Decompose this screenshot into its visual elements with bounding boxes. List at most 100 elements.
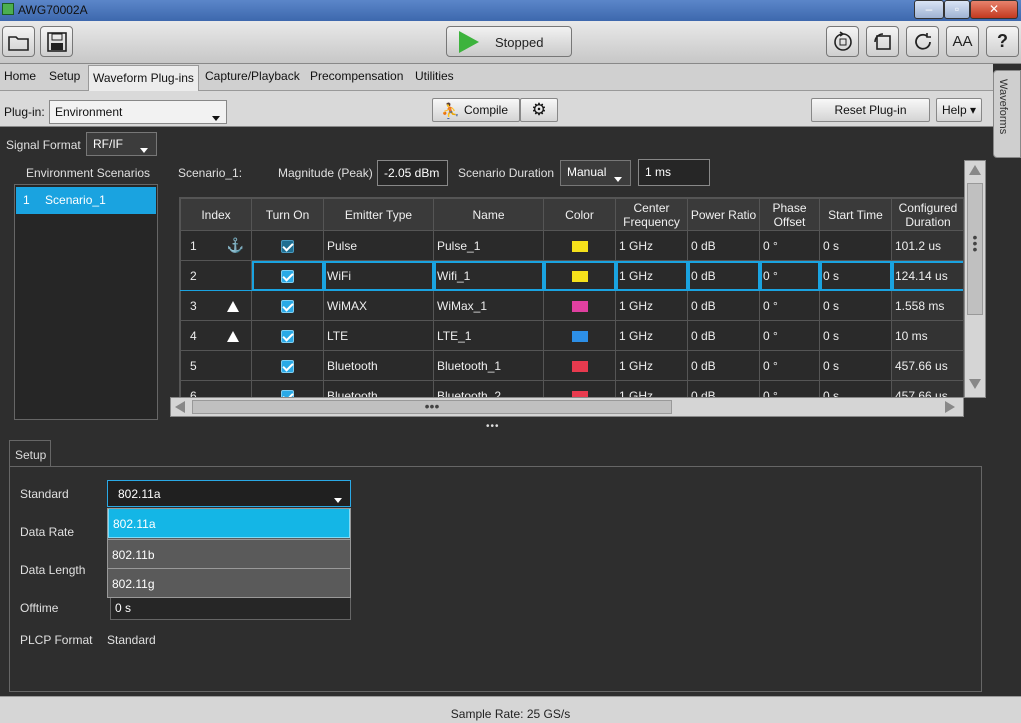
cell-duration[interactable]: 457.66 us	[891, 350, 963, 381]
cell-power[interactable]: 0 dB	[687, 290, 760, 321]
cell-duration[interactable]: 124.14 us	[891, 260, 963, 291]
cell-color[interactable]	[543, 290, 616, 321]
cell-on[interactable]	[251, 380, 324, 397]
magnitude-field[interactable]: -2.05 dBm	[377, 160, 448, 186]
cell-name[interactable]: LTE_1	[433, 320, 544, 351]
maximize-button[interactable]: ▫	[944, 0, 970, 19]
cell-name[interactable]: Bluetooth_2	[433, 380, 544, 397]
tab-utilities[interactable]: Utilities	[415, 69, 454, 83]
table-horizontal-scrollbar[interactable]: •••	[170, 397, 964, 417]
open-folder-button[interactable]	[2, 26, 35, 57]
cell-index[interactable]: 4	[180, 320, 252, 351]
scroll-right-icon[interactable]	[945, 401, 955, 413]
column-header-turn-on[interactable]: Turn On	[251, 198, 324, 231]
horizontal-scroll-thumb[interactable]: •••	[192, 399, 672, 414]
reset-plugin-button[interactable]: Reset Plug-in	[811, 98, 930, 122]
cell-power[interactable]: 0 dB	[687, 260, 760, 291]
table-vertical-scrollbar[interactable]: • • •	[964, 160, 986, 398]
table-row[interactable]: 1 ⚓ Pulse Pulse_1 1 GHz 0 dB 0 ° 0 s 101.2 us	[180, 230, 963, 261]
plugin-settings-button[interactable]: ⚙	[520, 98, 558, 122]
list-item[interactable]: 1 Scenario_1	[16, 187, 156, 214]
table-row[interactable]: 2 WiFi Wifi_1 1 GHz 0 dB 0 ° 0 s 124.14 us	[180, 260, 963, 291]
cell-duration[interactable]: 457.66 us	[891, 380, 963, 397]
cell-freq[interactable]: 1 GHz	[615, 350, 688, 381]
color-swatch[interactable]	[571, 270, 588, 282]
cell-freq[interactable]: 1 GHz	[615, 290, 688, 321]
offtime-field[interactable]: 0 s	[110, 596, 351, 620]
column-header-configured-duration[interactable]: Configured Duration	[891, 198, 963, 231]
color-swatch[interactable]	[571, 240, 588, 252]
cell-index[interactable]: 2	[180, 260, 252, 291]
standard-select[interactable]: 802.11a	[107, 480, 351, 507]
cell-on[interactable]	[251, 230, 324, 261]
column-header-name[interactable]: Name	[433, 198, 544, 231]
cell-index[interactable]: 6	[180, 380, 252, 397]
reset-button[interactable]	[826, 26, 859, 57]
dropdown-option-802-11a[interactable]: 802.11a	[108, 509, 350, 538]
column-header-phase-offset[interactable]: Phase Offset	[759, 198, 820, 231]
cell-phase[interactable]: 0 °	[759, 290, 820, 321]
help-menu-button[interactable]: Help ▾	[936, 98, 982, 122]
cell-name[interactable]: Pulse_1	[433, 230, 544, 261]
cell-name[interactable]: Bluetooth_1	[433, 350, 544, 381]
save-button[interactable]	[40, 26, 73, 57]
refresh-button[interactable]	[906, 26, 939, 57]
column-header-center-frequency[interactable]: Center Frequency	[615, 198, 688, 231]
cell-phase[interactable]: 0 °	[759, 350, 820, 381]
cell-power[interactable]: 0 dB	[687, 230, 760, 261]
tab-waveform-plug-ins[interactable]: Waveform Plug-ins	[88, 65, 199, 92]
cell-color[interactable]	[543, 260, 616, 291]
splitter-handle[interactable]: •••	[486, 421, 500, 432]
turn-on-checkbox[interactable]	[281, 299, 294, 313]
cell-name[interactable]: Wifi_1	[433, 260, 544, 291]
cell-freq[interactable]: 1 GHz	[615, 260, 688, 291]
color-swatch[interactable]	[571, 330, 588, 342]
duration-mode-select[interactable]: Manual	[560, 160, 631, 186]
cell-start[interactable]: 0 s	[819, 260, 892, 291]
vertical-scroll-thumb[interactable]: • • •	[967, 183, 983, 315]
close-button[interactable]: ✕	[970, 0, 1018, 19]
compile-button[interactable]: ⛹ Compile	[432, 98, 520, 122]
cell-start[interactable]: 0 s	[819, 350, 892, 381]
scroll-left-icon[interactable]	[175, 401, 185, 413]
turn-on-checkbox[interactable]	[281, 359, 294, 373]
cell-start[interactable]: 0 s	[819, 290, 892, 321]
help-button[interactable]: ?	[986, 26, 1019, 57]
column-header-color[interactable]: Color	[543, 198, 616, 231]
dropdown-option-802-11g[interactable]: 802.11g	[108, 568, 350, 597]
tab-precompensation[interactable]: Precompensation	[310, 69, 403, 83]
scroll-up-icon[interactable]	[969, 165, 981, 175]
tab-capture-playback[interactable]: Capture/Playback	[205, 69, 300, 83]
tab-setup[interactable]: Setup	[49, 69, 80, 83]
cell-type[interactable]: Pulse	[323, 230, 434, 261]
turn-on-checkbox[interactable]	[281, 329, 294, 343]
cell-type[interactable]: LTE	[323, 320, 434, 351]
cell-duration[interactable]: 10 ms	[891, 320, 963, 351]
cell-start[interactable]: 0 s	[819, 380, 892, 397]
cell-power[interactable]: 0 dB	[687, 350, 760, 381]
cell-type[interactable]: Bluetooth	[323, 350, 434, 381]
cell-on[interactable]	[251, 320, 324, 351]
cell-phase[interactable]: 0 °	[759, 320, 820, 351]
cell-on[interactable]	[251, 260, 324, 291]
cell-power[interactable]: 0 dB	[687, 380, 760, 397]
font-size-button[interactable]: AA	[946, 26, 979, 57]
tab-home[interactable]: Home	[4, 69, 36, 83]
duration-value-field[interactable]: 1 ms	[638, 159, 710, 186]
minimize-button[interactable]: –	[914, 0, 944, 19]
plugin-select[interactable]: Environment	[49, 100, 227, 124]
cell-type[interactable]: Bluetooth	[323, 380, 434, 397]
cell-type[interactable]: WiMAX	[323, 290, 434, 321]
run-stop-button[interactable]: Stopped	[446, 26, 572, 57]
table-row[interactable]: 5 Bluetooth Bluetooth_1 1 GHz 0 dB 0 ° 0 s 457.…	[180, 350, 963, 381]
cell-duration[interactable]: 1.558 ms	[891, 290, 963, 321]
cell-color[interactable]	[543, 350, 616, 381]
cell-color[interactable]	[543, 230, 616, 261]
column-header-index[interactable]: Index	[180, 198, 252, 231]
cell-start[interactable]: 0 s	[819, 230, 892, 261]
setup-tab[interactable]: Setup	[9, 440, 51, 467]
cell-color[interactable]	[543, 320, 616, 351]
cell-name[interactable]: WiMax_1	[433, 290, 544, 321]
column-header-emitter-type[interactable]: Emitter Type	[323, 198, 434, 231]
cell-freq[interactable]: 1 GHz	[615, 230, 688, 261]
